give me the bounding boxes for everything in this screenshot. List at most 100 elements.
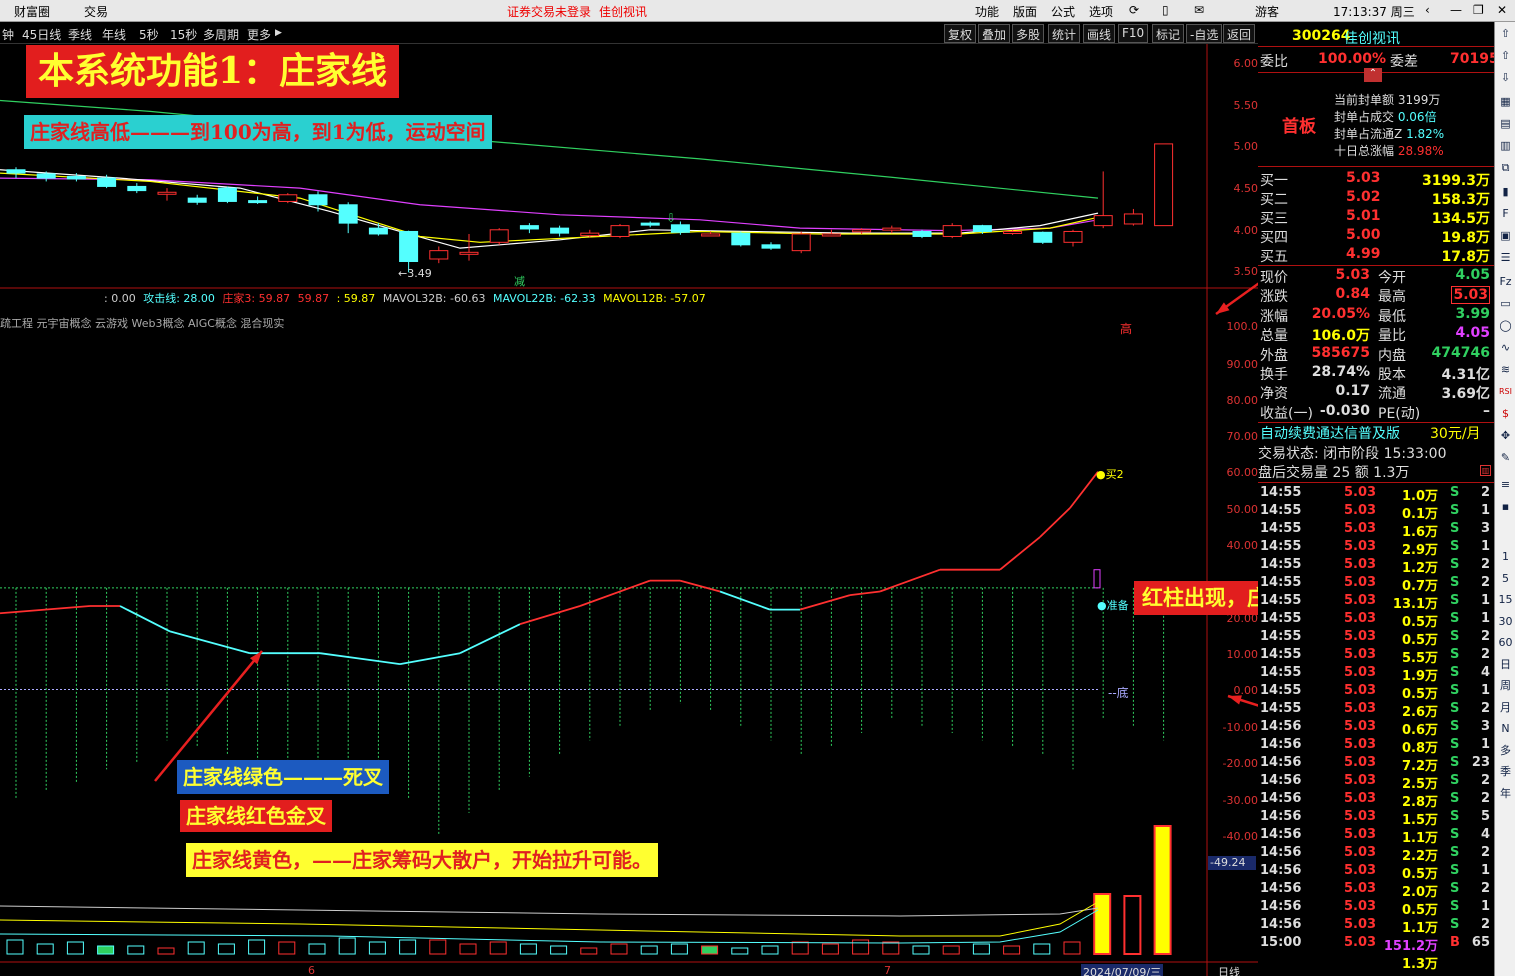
toolbar-draw[interactable]: 画线: [1083, 24, 1116, 43]
bid-row[interactable]: 买五 4.99 17.8万: [1258, 246, 1494, 265]
ad-row[interactable]: 自动续费通达信普及版 30元/月: [1258, 423, 1494, 442]
bid-row[interactable]: 买四 5.00 19.8万: [1258, 227, 1494, 246]
board-icon[interactable]: ▣: [1498, 228, 1513, 243]
fn-icon[interactable]: F: [1498, 206, 1513, 221]
period-tab[interactable]: 15秒: [170, 26, 197, 43]
minimize-icon[interactable]: —: [1450, 3, 1462, 17]
strip-period-0[interactable]: 1: [1498, 549, 1513, 564]
toolbar-fuquan[interactable]: 复权: [944, 24, 977, 43]
chart-canvas[interactable]: ⇩: [0, 44, 1258, 976]
toolbar-watchlist[interactable]: -自选: [1186, 24, 1223, 43]
chart-toggle-icon[interactable]: ▥: [1480, 465, 1491, 476]
tick-row[interactable]: 14:55 5.03 0.7万 S 2: [1258, 574, 1494, 594]
tick-row[interactable]: 14:55 5.03 0.5万 S 2: [1258, 628, 1494, 648]
period-tab[interactable]: 45日线: [22, 26, 61, 43]
period-tab[interactable]: 钟: [2, 26, 14, 43]
tick-row[interactable]: 14:56 5.03 0.5万 S 1: [1258, 862, 1494, 882]
tick-row[interactable]: 14:56 5.03 7.2万 S 23: [1258, 754, 1494, 774]
strip-period-9[interactable]: 多: [1498, 743, 1513, 758]
arrow-down-icon[interactable]: ⇩: [1498, 70, 1513, 85]
menu-function[interactable]: 功能: [975, 3, 999, 20]
strip-period-5[interactable]: 日: [1498, 657, 1513, 672]
move-icon[interactable]: ✥: [1498, 428, 1513, 443]
tick-row[interactable]: 15:00 5.03 151.2万 B 65: [1258, 934, 1494, 954]
ad-text[interactable]: 自动续费通达信普及版: [1260, 423, 1400, 443]
close-icon[interactable]: ✕: [1497, 3, 1507, 17]
pin-icon[interactable]: ▪: [1498, 499, 1513, 514]
period-tab-more[interactable]: 更多: [247, 26, 271, 43]
strip-period-2[interactable]: 15: [1498, 592, 1513, 607]
menu-caifuquan[interactable]: 财富圈: [14, 3, 50, 20]
strip-period-10[interactable]: 季: [1498, 764, 1513, 779]
toolbar-f10[interactable]: F10: [1118, 24, 1149, 43]
kline-icon[interactable]: ▮: [1498, 184, 1513, 199]
chart-icon[interactable]: ▥: [1498, 138, 1513, 153]
toolbar-multi[interactable]: 多股: [1012, 24, 1045, 43]
doc-icon[interactable]: ▭: [1498, 296, 1513, 311]
mail-icon[interactable]: ✉: [1194, 3, 1204, 17]
arrow-up-icon[interactable]: ⇧: [1498, 48, 1513, 63]
login-notice[interactable]: 证券交易未登录: [507, 3, 591, 20]
pencil-icon[interactable]: ✎: [1498, 450, 1513, 465]
strip-period-7[interactable]: 月: [1498, 700, 1513, 715]
period-tab[interactable]: 5秒: [139, 26, 159, 43]
tick-row[interactable]: 14:56 5.03 2.8万 S 2: [1258, 790, 1494, 810]
strip-period-6[interactable]: 周: [1498, 678, 1513, 693]
tick-row[interactable]: 1.3万: [1258, 952, 1494, 972]
menu-trade[interactable]: 交易: [84, 3, 108, 20]
tick-row[interactable]: 14:55 5.03 1.9万 S 4: [1258, 664, 1494, 684]
rsi-icon[interactable]: RSI: [1498, 384, 1513, 399]
ad-price[interactable]: 30元/月: [1430, 423, 1481, 443]
user-label[interactable]: 游客: [1255, 3, 1279, 20]
menu-layout[interactable]: 版面: [1013, 3, 1037, 20]
bid-row[interactable]: 买三 5.01 134.5万: [1258, 208, 1494, 227]
toolbar-overlay[interactable]: 叠加: [978, 24, 1011, 43]
period-tab[interactable]: 年线: [102, 26, 126, 43]
tick-row[interactable]: 14:55 5.03 1.2万 S 2: [1258, 556, 1494, 576]
table-icon[interactable]: ▤: [1498, 116, 1513, 131]
bid-row[interactable]: 买一 5.03 3199.3万: [1258, 170, 1494, 189]
grid-icon[interactable]: ▦: [1498, 94, 1513, 109]
period-label[interactable]: 日线: [1218, 964, 1240, 976]
menu-options[interactable]: 选项: [1089, 3, 1113, 20]
line-chart-icon[interactable]: ⧉: [1498, 160, 1513, 175]
chart-area[interactable]: ⇩ 6.00 5.50 5.00 4.50 4.00 3.50 ←3.49 减 …: [0, 44, 1423, 976]
collapse-icon[interactable]: ⌃: [1364, 68, 1382, 82]
fz-icon[interactable]: Fz: [1498, 274, 1513, 289]
tick-row[interactable]: 14:55 5.03 1.0万 S 2: [1258, 484, 1494, 504]
dollar-icon[interactable]: $: [1498, 406, 1513, 421]
wave-icon[interactable]: ∿: [1498, 340, 1513, 355]
ruler-icon[interactable]: ≡: [1498, 477, 1513, 492]
tick-row[interactable]: 14:56 5.03 0.5万 S 1: [1258, 898, 1494, 918]
refresh-icon[interactable]: ⟳: [1129, 3, 1139, 17]
phone-icon[interactable]: ▯: [1162, 3, 1169, 17]
tick-row[interactable]: 14:55 5.03 2.9万 S 1: [1258, 538, 1494, 558]
tick-row[interactable]: 14:55 5.03 2.6万 S 2: [1258, 700, 1494, 720]
toolbar-mark[interactable]: 标记: [1152, 24, 1185, 43]
tick-row[interactable]: 14:55 5.03 13.1万 S 1: [1258, 592, 1494, 612]
tick-row[interactable]: 14:55 5.03 5.5万 S 2: [1258, 646, 1494, 666]
restore-icon[interactable]: ❐: [1473, 3, 1484, 17]
tick-row[interactable]: 14:56 5.03 1.5万 S 5: [1258, 808, 1494, 828]
tick-row[interactable]: 14:56 5.03 0.6万 S 3: [1258, 718, 1494, 738]
menu-formula[interactable]: 公式: [1051, 3, 1075, 20]
tick-row[interactable]: 14:56 5.03 2.5万 S 2: [1258, 772, 1494, 792]
tick-row[interactable]: 14:56 5.03 0.8万 S 1: [1258, 736, 1494, 756]
back-icon[interactable]: ‹: [1425, 3, 1430, 17]
tick-row[interactable]: 14:55 5.03 0.5万 S 1: [1258, 610, 1494, 630]
tick-row[interactable]: 14:56 5.03 1.1万 S 2: [1258, 916, 1494, 936]
arrow-up-icon[interactable]: ⇧: [1498, 26, 1513, 41]
circle-icon[interactable]: ◯: [1498, 318, 1513, 333]
strip-period-3[interactable]: 30: [1498, 614, 1513, 629]
strip-period-1[interactable]: 5: [1498, 571, 1513, 586]
more-dropdown-icon[interactable]: ▶: [275, 28, 282, 38]
tick-row[interactable]: 14:56 5.03 2.2万 S 2: [1258, 844, 1494, 864]
strip-period-4[interactable]: 60: [1498, 635, 1513, 650]
tick-row[interactable]: 14:55 5.03 0.1万 S 1: [1258, 502, 1494, 522]
period-tab[interactable]: 多周期: [203, 26, 239, 43]
list-icon[interactable]: ☰: [1498, 250, 1513, 265]
strip-period-11[interactable]: 年: [1498, 786, 1513, 801]
bid-row[interactable]: 买二 5.02 158.3万: [1258, 189, 1494, 208]
tick-row[interactable]: 14:56 5.03 1.1万 S 4: [1258, 826, 1494, 846]
toolbar-stats[interactable]: 统计: [1048, 24, 1081, 43]
